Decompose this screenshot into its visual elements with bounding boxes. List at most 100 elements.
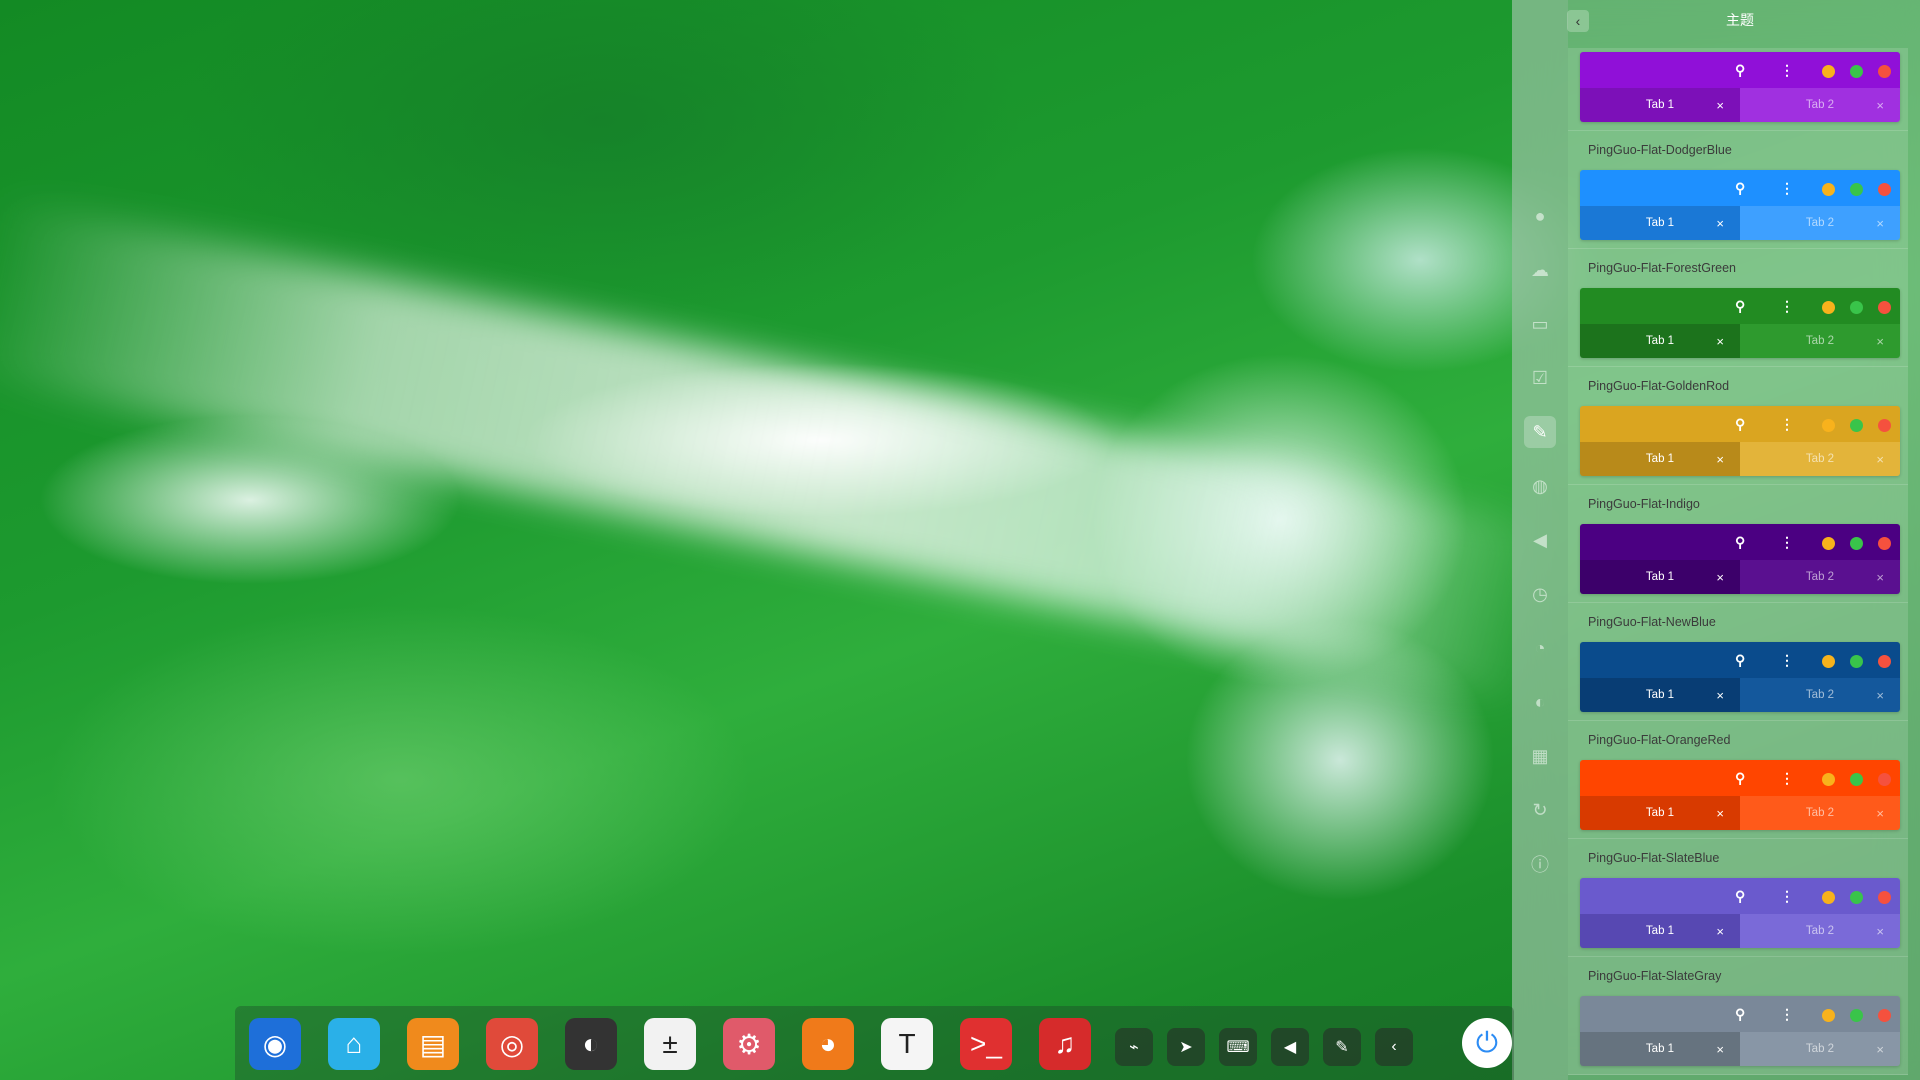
pen-icon[interactable]: ✎ — [1323, 1028, 1361, 1066]
back-button[interactable]: ‹ — [1567, 10, 1589, 32]
close-icon: × — [1876, 452, 1884, 467]
theme-item[interactable]: PingGuo-Flat-ForestGreen ⚲ ⋮ Tab 1 × Tab 2 × — [1568, 249, 1908, 367]
preview-tabs: Tab 1 × Tab 2 × — [1580, 442, 1900, 476]
preview-tab-1: Tab 1 × — [1580, 206, 1740, 240]
theme-name: PingGuo-Flat-GoldenRod — [1588, 379, 1730, 393]
minimize-dot — [1822, 773, 1835, 786]
dock: ◉ ⌂ ▤ ◎ ◐ ± ⚙ ◕ T >_ ♫ ⌁ ➤ ⌨ ◀ ✎ ‹ — [235, 1006, 1514, 1080]
firefox-icon[interactable]: ◕ — [802, 1018, 854, 1070]
tab-label: Tab 2 — [1805, 807, 1835, 819]
file-manager-icon[interactable]: ⌂ — [328, 1018, 380, 1070]
close-icon: × — [1716, 334, 1724, 349]
display-icon[interactable]: ▭ — [1524, 308, 1556, 340]
sound-icon[interactable]: ◀ — [1524, 524, 1556, 556]
app-store-icon[interactable]: ▤ — [407, 1018, 459, 1070]
cloud-icon[interactable]: ☁ — [1524, 254, 1556, 286]
maximize-dot — [1850, 1009, 1863, 1022]
close-icon: × — [1716, 924, 1724, 939]
power-icon[interactable]: ◔ — [1524, 632, 1556, 664]
theme-item[interactable]: ⚲ ⋮ Tab 1 × Tab 2 × — [1568, 48, 1908, 131]
mouse-icon[interactable]: ◐ — [1524, 686, 1556, 718]
theme-item[interactable]: PingGuo-Flat-SlateGray ⚲ ⋮ Tab 1 × Tab 2 × — [1568, 957, 1908, 1075]
update-icon[interactable]: ↻ — [1524, 794, 1556, 826]
tab-label: Tab 2 — [1805, 571, 1835, 583]
account-icon[interactable]: ● — [1524, 200, 1556, 232]
close-icon: × — [1876, 806, 1884, 821]
tab-label: Tab 1 — [1645, 1043, 1675, 1055]
minimize-dot — [1822, 301, 1835, 314]
default-apps-icon[interactable]: ☑ — [1524, 362, 1556, 394]
telegram-icon[interactable]: ➤ — [1167, 1028, 1205, 1066]
menu-icon: ⋮ — [1780, 298, 1794, 314]
menu-icon: ⋮ — [1780, 770, 1794, 786]
theme-item[interactable]: PingGuo-Flat-NewBlue ⚲ ⋮ Tab 1 × Tab 2 × — [1568, 603, 1908, 721]
preview-tabs: Tab 1 × Tab 2 × — [1580, 560, 1900, 594]
preview-tabs: Tab 1 × Tab 2 × — [1580, 88, 1900, 122]
close-dot — [1878, 1009, 1891, 1022]
preview-tab-1: Tab 1 × — [1580, 678, 1740, 712]
search-icon: ⚲ — [1735, 62, 1746, 78]
personalization-icon[interactable]: ✎ — [1524, 416, 1556, 448]
preview-tab-2: Tab 2 × — [1740, 206, 1900, 240]
preview-titlebar: ⚲ ⋮ — [1580, 52, 1900, 88]
keyboard-icon[interactable]: ▦ — [1524, 740, 1556, 772]
theme-name: PingGuo-Flat-OrangeRed — [1588, 733, 1731, 747]
preview-titlebar: ⚲ ⋮ — [1580, 406, 1900, 442]
preview-tab-1: Tab 1 × — [1580, 560, 1740, 594]
maximize-dot — [1850, 419, 1863, 432]
maximize-dot — [1850, 891, 1863, 904]
maximize-dot — [1850, 655, 1863, 668]
search-icon: ⚲ — [1735, 180, 1746, 196]
theme-name: PingGuo-Flat-ForestGreen — [1588, 261, 1736, 275]
keyboard-tray-icon[interactable]: ⌨ — [1219, 1028, 1257, 1066]
calculator-icon[interactable]: ± — [644, 1018, 696, 1070]
terminal-icon[interactable]: >_ — [960, 1018, 1012, 1070]
network-icon[interactable]: ◍ — [1524, 470, 1556, 502]
tab-label: Tab 2 — [1805, 1043, 1835, 1055]
time-icon[interactable]: ◷ — [1524, 578, 1556, 610]
close-icon: × — [1716, 452, 1724, 467]
close-icon: × — [1716, 570, 1724, 585]
preview-tab-2: Tab 2 × — [1740, 88, 1900, 122]
search-icon: ⚲ — [1735, 416, 1746, 432]
theme-item[interactable]: PingGuo-Flat-OrangeRed ⚲ ⋮ Tab 1 × Tab 2 × — [1568, 721, 1908, 839]
preview-tabs: Tab 1 × Tab 2 × — [1580, 796, 1900, 830]
settings-icon[interactable]: ⚙ — [723, 1018, 775, 1070]
theme-preview: ⚲ ⋮ Tab 1 × Tab 2 × — [1580, 406, 1900, 476]
control-center-nav: ● ☁ ▭ ☑ ✎ ◍ ◀ ◷ ◔ ◐ ▦ ↻ ⓘ — [1512, 0, 1568, 1080]
menu-icon: ⋮ — [1780, 652, 1794, 668]
menu-icon: ⋮ — [1780, 1006, 1794, 1022]
theme-list[interactable]: ⚲ ⋮ Tab 1 × Tab 2 × PingGuo-Flat-DodgerBlue ⚲ ⋮ T… — [1568, 48, 1908, 1080]
theme-item[interactable]: PingGuo-Flat-Indigo ⚲ ⋮ Tab 1 × Tab 2 × — [1568, 485, 1908, 603]
theme-name: PingGuo-Flat-SlateGray — [1588, 969, 1722, 983]
close-dot — [1878, 537, 1891, 550]
search-icon: ⚲ — [1735, 1006, 1746, 1022]
usb-icon[interactable]: ⌁ — [1115, 1028, 1153, 1066]
volume-icon[interactable]: ◀ — [1271, 1028, 1309, 1066]
theme-preview: ⚲ ⋮ Tab 1 × Tab 2 × — [1580, 170, 1900, 240]
close-dot — [1878, 891, 1891, 904]
chrome-icon[interactable]: ◎ — [486, 1018, 538, 1070]
netease-music-icon[interactable]: ♫ — [1039, 1018, 1091, 1070]
launcher-icon[interactable]: ◉ — [249, 1018, 301, 1070]
close-icon: × — [1716, 216, 1724, 231]
preview-tabs: Tab 1 × Tab 2 × — [1580, 206, 1900, 240]
close-dot — [1878, 773, 1891, 786]
theme-preview: ⚲ ⋮ Tab 1 × Tab 2 × — [1580, 878, 1900, 948]
maximize-dot — [1850, 301, 1863, 314]
text-editor-icon[interactable]: T — [881, 1018, 933, 1070]
search-icon: ⚲ — [1735, 652, 1746, 668]
expand-tray-icon[interactable]: ‹ — [1375, 1028, 1413, 1066]
preview-titlebar: ⚲ ⋮ — [1580, 878, 1900, 914]
system-monitor-icon[interactable]: ◐ — [565, 1018, 617, 1070]
theme-item[interactable]: PingGuo-Flat-GoldenRod ⚲ ⋮ Tab 1 × Tab 2 × — [1568, 367, 1908, 485]
theme-item[interactable]: PingGuo-Flat-DodgerBlue ⚲ ⋮ Tab 1 × Tab 2 × — [1568, 131, 1908, 249]
tab-label: Tab 1 — [1645, 571, 1675, 583]
close-icon: × — [1876, 1042, 1884, 1057]
preview-tab-2: Tab 2 × — [1740, 914, 1900, 948]
minimize-dot — [1822, 1009, 1835, 1022]
power-button[interactable]: ⏻ — [1462, 1018, 1512, 1068]
theme-item[interactable]: PingGuo-Flat-SlateBlue ⚲ ⋮ Tab 1 × Tab 2 × — [1568, 839, 1908, 957]
info-icon[interactable]: ⓘ — [1524, 848, 1556, 880]
preview-tab-1: Tab 1 × — [1580, 324, 1740, 358]
